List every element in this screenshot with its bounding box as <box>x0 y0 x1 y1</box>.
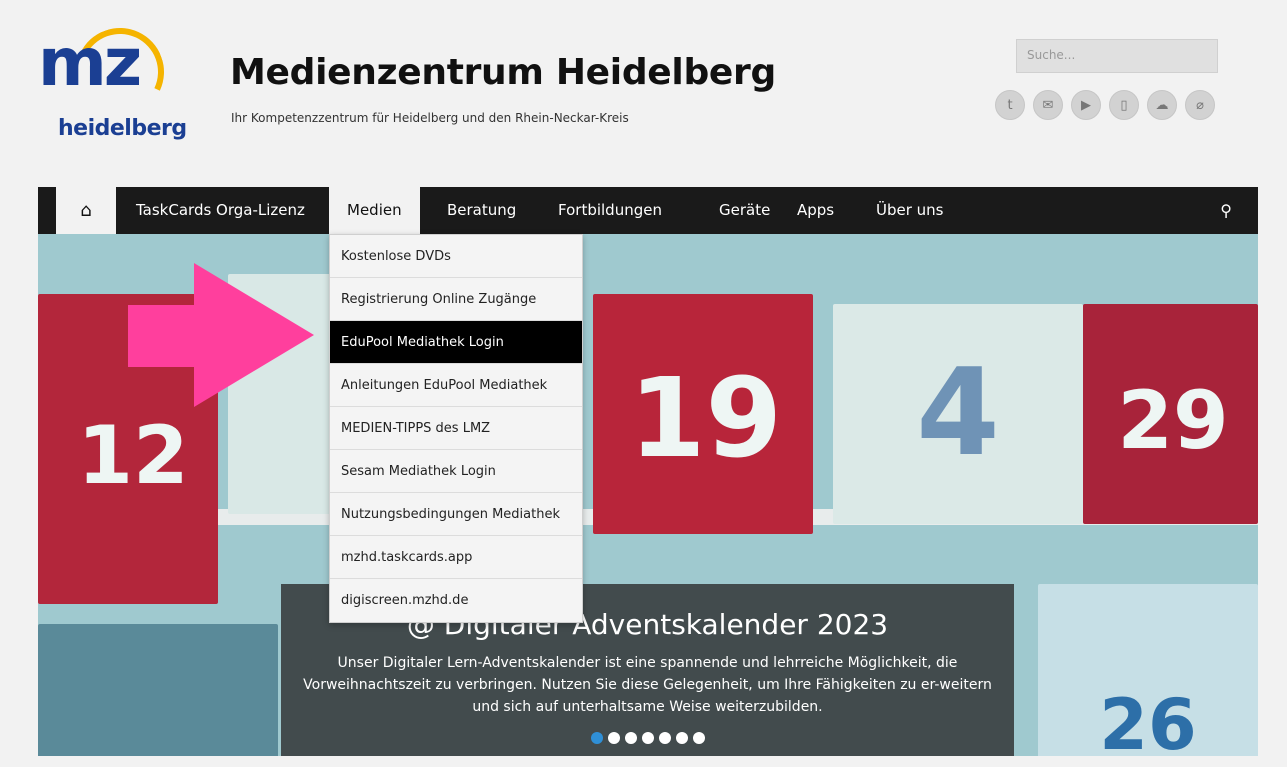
nav-item-ueber-uns[interactable]: Über uns <box>858 187 962 234</box>
slider-dot[interactable] <box>607 732 620 744</box>
nav-item-taskcards[interactable]: TaskCards Orga-Lizenz <box>118 187 323 234</box>
site-title[interactable]: Medienzentrum Heidelberg <box>230 52 776 93</box>
youtube-icon[interactable]: ▶ <box>1071 90 1101 120</box>
slider-dot[interactable] <box>590 732 603 744</box>
social-icons: t ✉ ▶ ▯ ☁ ⌀ <box>995 90 1215 120</box>
slider-dot[interactable] <box>641 732 654 744</box>
advent-house: 26 <box>1038 564 1258 756</box>
logo-subtitle: heidelberg <box>58 116 187 141</box>
dropdown-item-anleitungen[interactable]: Anleitungen EduPool Mediathek <box>330 364 582 407</box>
nav-item-medien[interactable]: Medien <box>329 187 420 234</box>
nav-item-geraete[interactable]: Geräte <box>701 187 788 234</box>
nav-item-fortbildungen[interactable]: Fortbildungen <box>540 187 680 234</box>
house-number: 29 <box>1117 374 1229 467</box>
main-nav: ⌂ TaskCards Orga-Lizenz Medien Beratung … <box>38 187 1258 234</box>
medien-dropdown: Kostenlose DVDs Registrierung Online Zug… <box>329 234 583 623</box>
twitter-icon[interactable]: t <box>995 90 1025 120</box>
site-tagline: Ihr Kompetenzzentrum für Heidelberg und … <box>231 111 629 125</box>
nav-item-apps[interactable]: Apps <box>779 187 852 234</box>
pointer-arrow-icon <box>128 263 318 408</box>
slider-dots <box>281 732 1014 744</box>
home-icon[interactable]: ⌂ <box>56 187 116 234</box>
dropdown-item-sesam-login[interactable]: Sesam Mediathek Login <box>330 450 582 493</box>
advent-house <box>38 614 278 756</box>
dropdown-item-nutzungsbedingungen[interactable]: Nutzungsbedingungen Mediathek <box>330 493 582 536</box>
house-number: 12 <box>77 409 189 502</box>
slide-text: Unser Digitaler Lern-Adventskalender ist… <box>303 655 992 715</box>
slider-dot[interactable] <box>692 732 705 744</box>
slider-dot[interactable] <box>624 732 637 744</box>
house-number: 4 <box>916 344 1000 483</box>
slider-dot[interactable] <box>658 732 671 744</box>
advent-house: 4 <box>833 264 1083 524</box>
logo-mark: mz <box>38 24 142 101</box>
dropdown-item-digiscreen[interactable]: digiscreen.mzhd.de <box>330 579 582 622</box>
cloud-icon[interactable]: ☁ <box>1147 90 1177 120</box>
nav-item-beratung[interactable]: Beratung <box>429 187 534 234</box>
paperclip-icon[interactable]: ⌀ <box>1185 90 1215 120</box>
house-number: 19 <box>628 354 783 482</box>
search-input[interactable]: Suche... <box>1016 39 1218 73</box>
dropdown-item-taskcards[interactable]: mzhd.taskcards.app <box>330 536 582 579</box>
dropdown-item-medien-tipps[interactable]: MEDIEN-TIPPS des LMZ <box>330 407 582 450</box>
advent-house: 29 <box>1083 264 1258 524</box>
mobile-icon[interactable]: ▯ <box>1109 90 1139 120</box>
site-logo[interactable]: mz heidelberg <box>38 15 188 145</box>
house-number: 26 <box>1099 684 1197 756</box>
dropdown-item-dvds[interactable]: Kostenlose DVDs <box>330 235 582 278</box>
dropdown-item-registrierung[interactable]: Registrierung Online Zugänge <box>330 278 582 321</box>
nav-search-icon[interactable]: ⚲ <box>1220 187 1232 234</box>
advent-house: 19 <box>593 254 818 534</box>
slider-dot[interactable] <box>675 732 688 744</box>
dropdown-item-edupool-login[interactable]: EduPool Mediathek Login <box>330 321 582 364</box>
mail-icon[interactable]: ✉ <box>1033 90 1063 120</box>
